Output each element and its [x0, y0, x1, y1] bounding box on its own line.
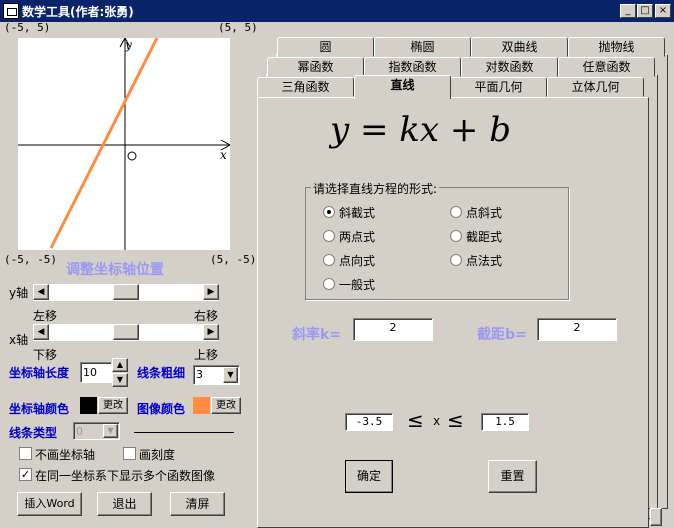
x-axis-label: x [220, 148, 227, 162]
scroll-left-icon[interactable]: ◀ [33, 324, 49, 340]
chevron-down-icon[interactable]: ▼ [223, 367, 238, 383]
up-move-label: 上移 [194, 348, 219, 362]
title-bar: 数学工具(作者:张勇) _ □ × [0, 0, 674, 22]
chevron-down-icon[interactable]: ▼ [103, 424, 118, 438]
x-scroll-thumb[interactable] [113, 324, 139, 340]
graph-canvas[interactable]: y x [18, 38, 230, 250]
spin-up-icon[interactable]: ▲ [112, 358, 128, 372]
y-axis-label: y [125, 38, 132, 52]
option-point-normal: 点法式 [466, 254, 503, 268]
x-axis-scroll-label: x轴 [9, 333, 29, 347]
app-icon [3, 3, 19, 19]
formula: y = kx + b [330, 110, 511, 150]
option-point-direction: 点向式 [339, 254, 376, 268]
axis-color-change-button[interactable]: 更改 [98, 397, 128, 414]
tab-exponential[interactable]: 指数函数 [364, 57, 461, 77]
close-button[interactable]: × [655, 4, 671, 18]
radio-point-direction[interactable] [323, 254, 335, 266]
x-max-input[interactable]: 1.5 [481, 413, 529, 431]
clear-button[interactable]: 清屏 [170, 492, 225, 516]
option-slope-intercept: 斜截式 [339, 206, 376, 220]
radio-intercept[interactable] [450, 230, 462, 242]
multi-graph-label: 在同一坐标系下显示多个函数图像 [35, 469, 216, 483]
tab-parabola[interactable]: 抛物线 [568, 37, 665, 57]
radio-point-normal[interactable] [450, 254, 462, 266]
tab-logarithm[interactable]: 对数函数 [461, 57, 558, 77]
less-equal-sign-1: ≤ [407, 408, 424, 432]
minimize-button[interactable]: _ [620, 4, 636, 18]
radio-slope-intercept[interactable] [323, 206, 335, 218]
no-axis-checkbox[interactable] [19, 447, 32, 460]
maximize-button[interactable]: □ [637, 4, 653, 18]
option-general: 一般式 [339, 278, 376, 292]
x-min-input[interactable]: -3.5 [345, 413, 393, 431]
down-move-label: 下移 [33, 348, 58, 362]
x-variable: x [433, 414, 441, 428]
line-thickness-value: 3 [196, 368, 203, 381]
right-move-label: 右移 [194, 309, 219, 323]
tab-ellipse[interactable]: 椭圆 [374, 37, 471, 57]
corner-top-left: (-5, 5) [4, 21, 51, 34]
line-panel [257, 97, 649, 528]
intercept-input[interactable]: 2 [537, 318, 617, 341]
scroll-right-icon[interactable]: ▶ [203, 284, 219, 300]
y-axis-scrollbar[interactable]: ◀ ▶ [33, 284, 219, 301]
exit-button[interactable]: 退出 [97, 492, 152, 516]
intercept-label: 截距b= [477, 327, 527, 343]
corner-bottom-right: (5, -5) [210, 253, 257, 266]
tab-circle[interactable]: 圆 [277, 37, 374, 57]
reset-button[interactable]: 重置 [488, 460, 537, 493]
line-type-value: 0 [76, 425, 83, 438]
axis-length-label: 坐标轴长度 [9, 366, 70, 380]
draw-scale-label: 画刻度 [139, 448, 176, 462]
line-type-select[interactable]: 0 ▼ [73, 422, 120, 440]
multi-graph-checkbox[interactable]: ✓ [19, 468, 32, 481]
insert-word-button[interactable]: 插入Word [17, 492, 82, 516]
line-thickness-select[interactable]: 3 ▼ [193, 365, 240, 385]
option-point-slope: 点斜式 [466, 206, 503, 220]
radio-general[interactable] [323, 278, 335, 290]
y-axis-scroll-label: y轴 [9, 286, 29, 300]
image-color-change-button[interactable]: 更改 [211, 397, 241, 414]
image-color-swatch [193, 397, 210, 414]
radio-point-slope[interactable] [450, 206, 462, 218]
tab-solid-geometry[interactable]: 立体几何 [547, 77, 644, 97]
scroll-left-icon[interactable]: ◀ [33, 284, 49, 300]
line-type-label: 线条类型 [9, 426, 58, 440]
spin-down-icon[interactable]: ▼ [112, 373, 128, 387]
no-axis-label: 不画坐标轴 [35, 448, 96, 462]
option-two-point: 两点式 [339, 230, 376, 244]
tab-trigonometric[interactable]: 三角函数 [257, 77, 354, 97]
slope-label: 斜率k= [292, 327, 342, 343]
axis-color-label: 坐标轴颜色 [9, 402, 70, 416]
line-type-preview [134, 432, 234, 433]
group-title: 请选择直线方程的形式: [311, 180, 440, 197]
corner-bottom-left: (-5, -5) [4, 253, 57, 266]
image-color-label: 图像颜色 [137, 402, 186, 416]
window-title: 数学工具(作者:张勇) [22, 5, 134, 19]
plotted-line [49, 38, 159, 249]
confirm-button[interactable]: 确定 [345, 460, 393, 493]
tab-line[interactable]: 直线 [354, 75, 451, 99]
line-thickness-label: 线条粗细 [137, 366, 186, 380]
draw-scale-checkbox[interactable] [123, 447, 136, 460]
tab-power[interactable]: 幂函数 [267, 57, 364, 77]
tab-hyperbola[interactable]: 双曲线 [471, 37, 568, 57]
corner-top-right: (5, 5) [218, 21, 258, 34]
tab-plane-geometry[interactable]: 平面几何 [450, 77, 547, 97]
scroll-stub[interactable] [650, 508, 662, 526]
slope-input[interactable]: 2 [353, 318, 433, 341]
radio-two-point[interactable] [323, 230, 335, 242]
option-intercept: 截距式 [466, 230, 503, 244]
adjust-axis-title: 调整坐标轴位置 [66, 262, 164, 278]
axis-color-swatch [80, 397, 97, 414]
less-equal-sign-2: ≤ [447, 408, 464, 432]
left-move-label: 左移 [33, 309, 58, 323]
y-scroll-thumb[interactable] [113, 284, 139, 300]
axis-length-input[interactable]: 10 [80, 362, 112, 383]
tab-arbitrary[interactable]: 任意函数 [558, 57, 655, 77]
scroll-right-icon[interactable]: ▶ [203, 324, 219, 340]
x-axis-scrollbar[interactable]: ◀ ▶ [33, 324, 219, 341]
